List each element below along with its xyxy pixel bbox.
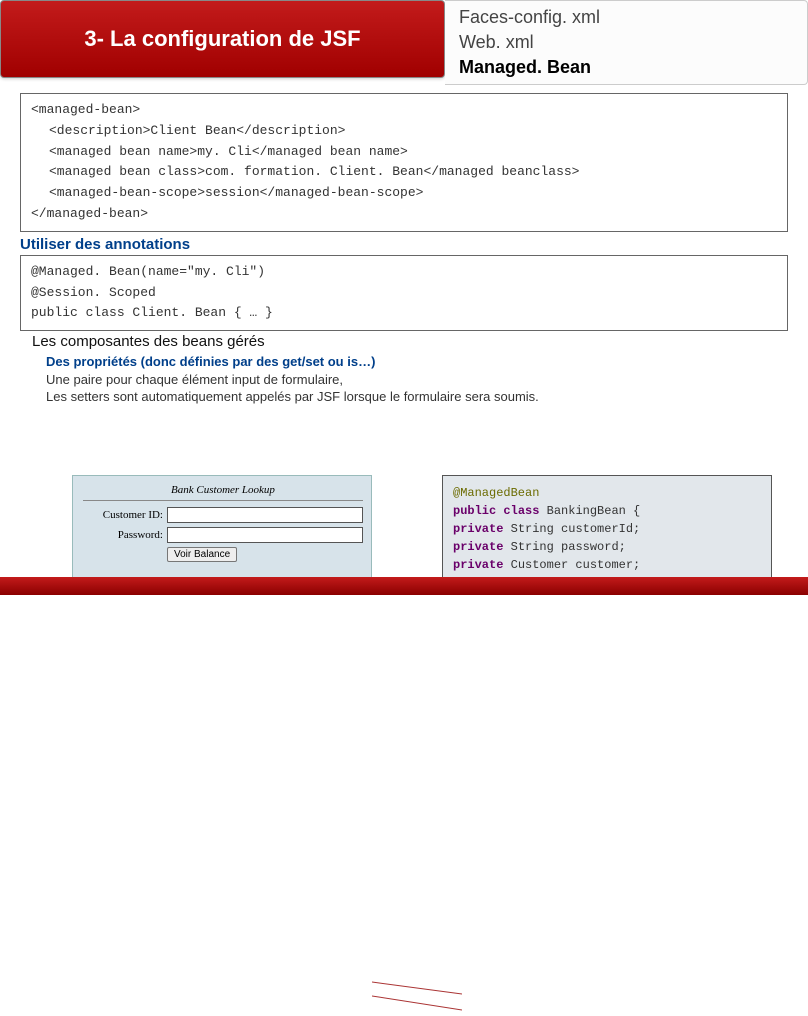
code-line: private String password; bbox=[453, 538, 761, 556]
side-item-web-xml: Web. xml bbox=[459, 32, 793, 53]
code-line: private String customerId; bbox=[453, 520, 761, 538]
code-line: @ManagedBean bbox=[453, 484, 761, 502]
side-list: Faces-config. xml Web. xml Managed. Bean bbox=[445, 0, 808, 85]
properties-line: Une paire pour chaque élément input de f… bbox=[46, 372, 788, 387]
xml-line: </managed-bean> bbox=[31, 204, 777, 225]
annotations-heading: Utiliser des annotations bbox=[20, 236, 788, 253]
components-heading: Les composantes des beans gérés bbox=[32, 333, 788, 350]
connector-lines bbox=[372, 976, 462, 1016]
side-item-managed-bean: Managed. Bean bbox=[459, 57, 793, 78]
label-customer-id: Customer ID: bbox=[83, 509, 163, 521]
code-line: private Customer customer; bbox=[453, 556, 761, 574]
properties-title: Des propriétés (donc définies par des ge… bbox=[46, 354, 788, 369]
bottom-area: Bank Customer Lookup Customer ID: Passwo… bbox=[0, 467, 808, 595]
header-row: 3- La configuration de JSF Faces-config.… bbox=[0, 0, 808, 85]
form-title: Bank Customer Lookup bbox=[83, 484, 363, 501]
annotations-box: @Managed. Bean(name="my. Cli") @Session.… bbox=[20, 255, 788, 331]
input-password[interactable] bbox=[167, 527, 363, 543]
ann-line: @Managed. Bean(name="my. Cli") bbox=[31, 262, 777, 283]
xml-line: <managed bean class>com. formation. Clie… bbox=[31, 162, 777, 183]
xml-line: <description>Client Bean</description> bbox=[31, 121, 777, 142]
code-line: public class BankingBean { bbox=[453, 502, 761, 520]
managed-bean-xml-box: <managed-bean> <description>Client Bean<… bbox=[20, 93, 788, 232]
slide-title: 3- La configuration de JSF bbox=[0, 0, 445, 78]
xml-line: <managed bean name>my. Cli</managed bean… bbox=[31, 142, 777, 163]
bank-form-panel: Bank Customer Lookup Customer ID: Passwo… bbox=[72, 475, 372, 581]
input-customer-id[interactable] bbox=[167, 507, 363, 523]
voir-balance-button[interactable]: Voir Balance bbox=[167, 547, 237, 562]
side-item-faces-config: Faces-config. xml bbox=[459, 7, 793, 28]
form-row-customer-id: Customer ID: bbox=[83, 507, 363, 523]
ann-line: @Session. Scoped bbox=[31, 283, 777, 304]
xml-line: <managed-bean> bbox=[31, 100, 777, 121]
label-password: Password: bbox=[83, 529, 163, 541]
properties-line: Les setters sont automatiquement appelés… bbox=[46, 389, 788, 404]
properties-block: Des propriétés (donc définies par des ge… bbox=[46, 354, 788, 404]
form-row-button: Voir Balance bbox=[83, 547, 363, 562]
ann-line: public class Client. Bean { … } bbox=[31, 303, 777, 324]
xml-line: <managed-bean-scope>session</managed-bea… bbox=[31, 183, 777, 204]
footer-bar bbox=[0, 577, 808, 595]
form-row-password: Password: bbox=[83, 527, 363, 543]
java-code-panel: @ManagedBean public class BankingBean { … bbox=[442, 475, 772, 581]
